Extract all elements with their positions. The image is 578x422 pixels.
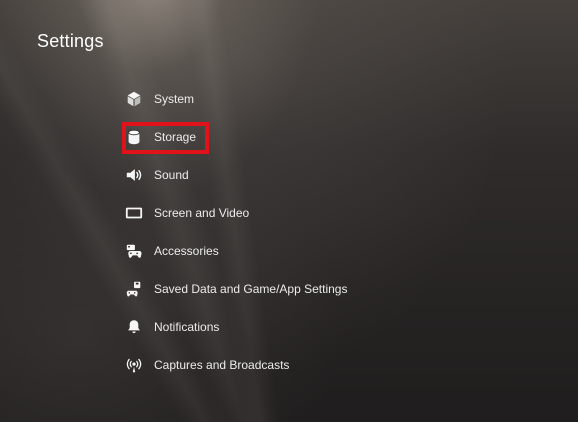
menu-item-label: System: [154, 92, 195, 106]
menu-item-label: Storage: [154, 130, 197, 144]
bell-icon: [124, 317, 144, 337]
menu-item-label: Captures and Broadcasts: [154, 358, 290, 372]
screen-icon: [124, 203, 144, 223]
menu-item-storage[interactable]: Storage: [124, 118, 424, 156]
menu-item-accessories[interactable]: Accessories: [124, 232, 424, 270]
page-title: Settings: [37, 31, 104, 51]
menu-item-notifications[interactable]: Notifications: [124, 308, 424, 346]
speaker-icon: [124, 165, 144, 185]
menu-item-label: Accessories: [154, 244, 219, 258]
menu-item-label: Saved Data and Game/App Settings: [154, 282, 348, 296]
menu-item-label: Screen and Video: [154, 206, 250, 220]
menu-item-captures-and-broadcasts[interactable]: Captures and Broadcasts: [124, 346, 424, 384]
cube-icon: [124, 89, 144, 109]
controller-icon: [124, 241, 144, 261]
menu-item-label: Notifications: [154, 320, 220, 334]
saved-data-controller-icon: [124, 279, 144, 299]
menu-item-system[interactable]: System: [124, 80, 424, 118]
menu-item-sound[interactable]: Sound: [124, 156, 424, 194]
storage-cylinder-icon: [124, 127, 144, 147]
broadcast-icon: [124, 355, 144, 375]
menu-item-screen-and-video[interactable]: Screen and Video: [124, 194, 424, 232]
menu-item-saved-data-and-game-app-settings[interactable]: Saved Data and Game/App Settings: [124, 270, 424, 308]
menu-item-label: Sound: [154, 168, 189, 182]
